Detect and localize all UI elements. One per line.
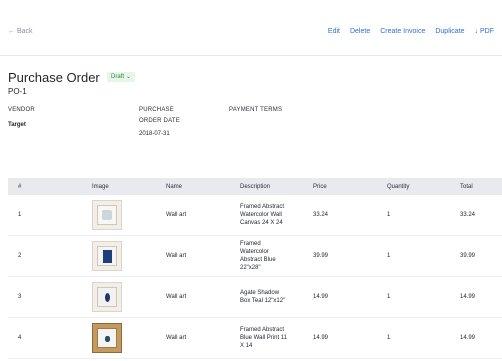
row-name: Wall art bbox=[166, 212, 187, 218]
row-quantity: 1 bbox=[387, 294, 391, 300]
row-total: 39.99 bbox=[460, 253, 476, 259]
vendor-label: VENDOR bbox=[8, 107, 35, 113]
back-label: Back bbox=[17, 28, 33, 35]
row-price: 14.99 bbox=[313, 335, 329, 341]
desc-line: Blue Wall Print 11 bbox=[240, 335, 288, 341]
delete-button[interactable]: Delete bbox=[350, 28, 370, 35]
purchase-label-line2: ORDER DATE bbox=[139, 118, 180, 124]
desc-line: Box Teal 12"x12" bbox=[240, 298, 286, 304]
col-image: Image bbox=[92, 183, 109, 190]
desc-line: Framed bbox=[240, 241, 261, 247]
row-total: 14.99 bbox=[460, 294, 476, 300]
col-total: Total bbox=[460, 183, 473, 190]
desc-line: 22"x28" bbox=[240, 265, 261, 271]
desc-line: Abstract Blue bbox=[240, 257, 276, 263]
desc-line: Framed Abstract bbox=[240, 204, 285, 210]
payment-terms-label: PAYMENT TERMS bbox=[229, 107, 283, 113]
row-total: 33.24 bbox=[460, 212, 476, 218]
status-dropdown[interactable]: Draft ⌄ bbox=[107, 72, 136, 82]
row-total: 14.99 bbox=[460, 335, 476, 341]
row-quantity: 1 bbox=[387, 335, 391, 341]
desc-line: Agate Shadow bbox=[240, 290, 280, 296]
row-description: Agate Shadow Box Teal 12"x12" bbox=[240, 289, 313, 305]
row-description: Framed Abstract Watercolor Wall Canvas 2… bbox=[240, 203, 313, 227]
vendor-value: Target bbox=[8, 122, 26, 128]
product-image bbox=[92, 282, 122, 312]
status-label: Draft bbox=[111, 74, 125, 80]
row-number: 1 bbox=[18, 212, 22, 218]
desc-line: Watercolor bbox=[240, 249, 269, 255]
table-header: # Image Name Description Price Quantity … bbox=[8, 178, 502, 195]
purchase-label-line1: PURCHASE bbox=[139, 107, 174, 113]
row-price: 39.99 bbox=[313, 253, 329, 259]
page-title: Purchase Order bbox=[8, 70, 100, 85]
chevron-down-icon: ⌄ bbox=[126, 74, 132, 80]
row-name: Wall art bbox=[166, 294, 187, 300]
row-number: 3 bbox=[18, 294, 22, 300]
row-name: Wall art bbox=[166, 335, 187, 341]
arrow-left-icon: ← bbox=[8, 28, 15, 35]
product-image bbox=[92, 200, 122, 230]
action-bar: Edit Delete Create Invoice Duplicate ↓ P… bbox=[328, 28, 494, 35]
desc-line: Watercolor Wall bbox=[240, 212, 282, 218]
table-row[interactable]: 1 Wall art Framed Abstract Watercolor Wa… bbox=[8, 195, 502, 236]
col-price: Price bbox=[313, 183, 327, 190]
line-items-table: # Image Name Description Price Quantity … bbox=[8, 178, 502, 359]
col-name: Name bbox=[166, 183, 183, 190]
table-row[interactable]: 3 Wall art Agate Shadow Box Teal 12"x12"… bbox=[8, 277, 502, 318]
create-invoice-button[interactable]: Create Invoice bbox=[380, 28, 425, 35]
row-price: 33.24 bbox=[313, 212, 329, 218]
row-name: Wall art bbox=[166, 253, 187, 259]
col-quantity: Quantity bbox=[387, 183, 410, 190]
row-price: 14.99 bbox=[313, 294, 329, 300]
col-description: Description bbox=[240, 183, 271, 190]
top-bar: ← Back Edit Delete Create Invoice Duplic… bbox=[0, 0, 502, 56]
table-row[interactable]: 4 Wall art Framed Abstract Blue Wall Pri… bbox=[8, 318, 502, 359]
product-image bbox=[92, 241, 122, 271]
row-number: 4 bbox=[18, 335, 22, 341]
row-quantity: 1 bbox=[387, 212, 391, 218]
row-description: Framed Watercolor Abstract Blue 22"x28" bbox=[240, 240, 313, 272]
desc-line: X 14 bbox=[240, 343, 253, 349]
col-number: # bbox=[18, 183, 22, 190]
product-image bbox=[92, 323, 122, 353]
back-link[interactable]: ← Back bbox=[8, 28, 33, 35]
pdf-button[interactable]: ↓ PDF bbox=[475, 28, 494, 35]
desc-line: Framed Abstract bbox=[240, 327, 285, 333]
duplicate-button[interactable]: Duplicate bbox=[435, 28, 464, 35]
row-number: 2 bbox=[18, 253, 22, 259]
pdf-label: PDF bbox=[480, 28, 494, 35]
table-row[interactable]: 2 Wall art Framed Watercolor Abstract Bl… bbox=[8, 236, 502, 277]
po-number: PO-1 bbox=[8, 87, 27, 96]
row-description: Framed Abstract Blue Wall Print 11 X 14 bbox=[240, 326, 313, 350]
purchase-date: 2018-07-31 bbox=[139, 131, 170, 137]
desc-line: Canvas 24 X 24 bbox=[240, 220, 283, 226]
edit-button[interactable]: Edit bbox=[328, 28, 340, 35]
row-quantity: 1 bbox=[387, 253, 391, 259]
